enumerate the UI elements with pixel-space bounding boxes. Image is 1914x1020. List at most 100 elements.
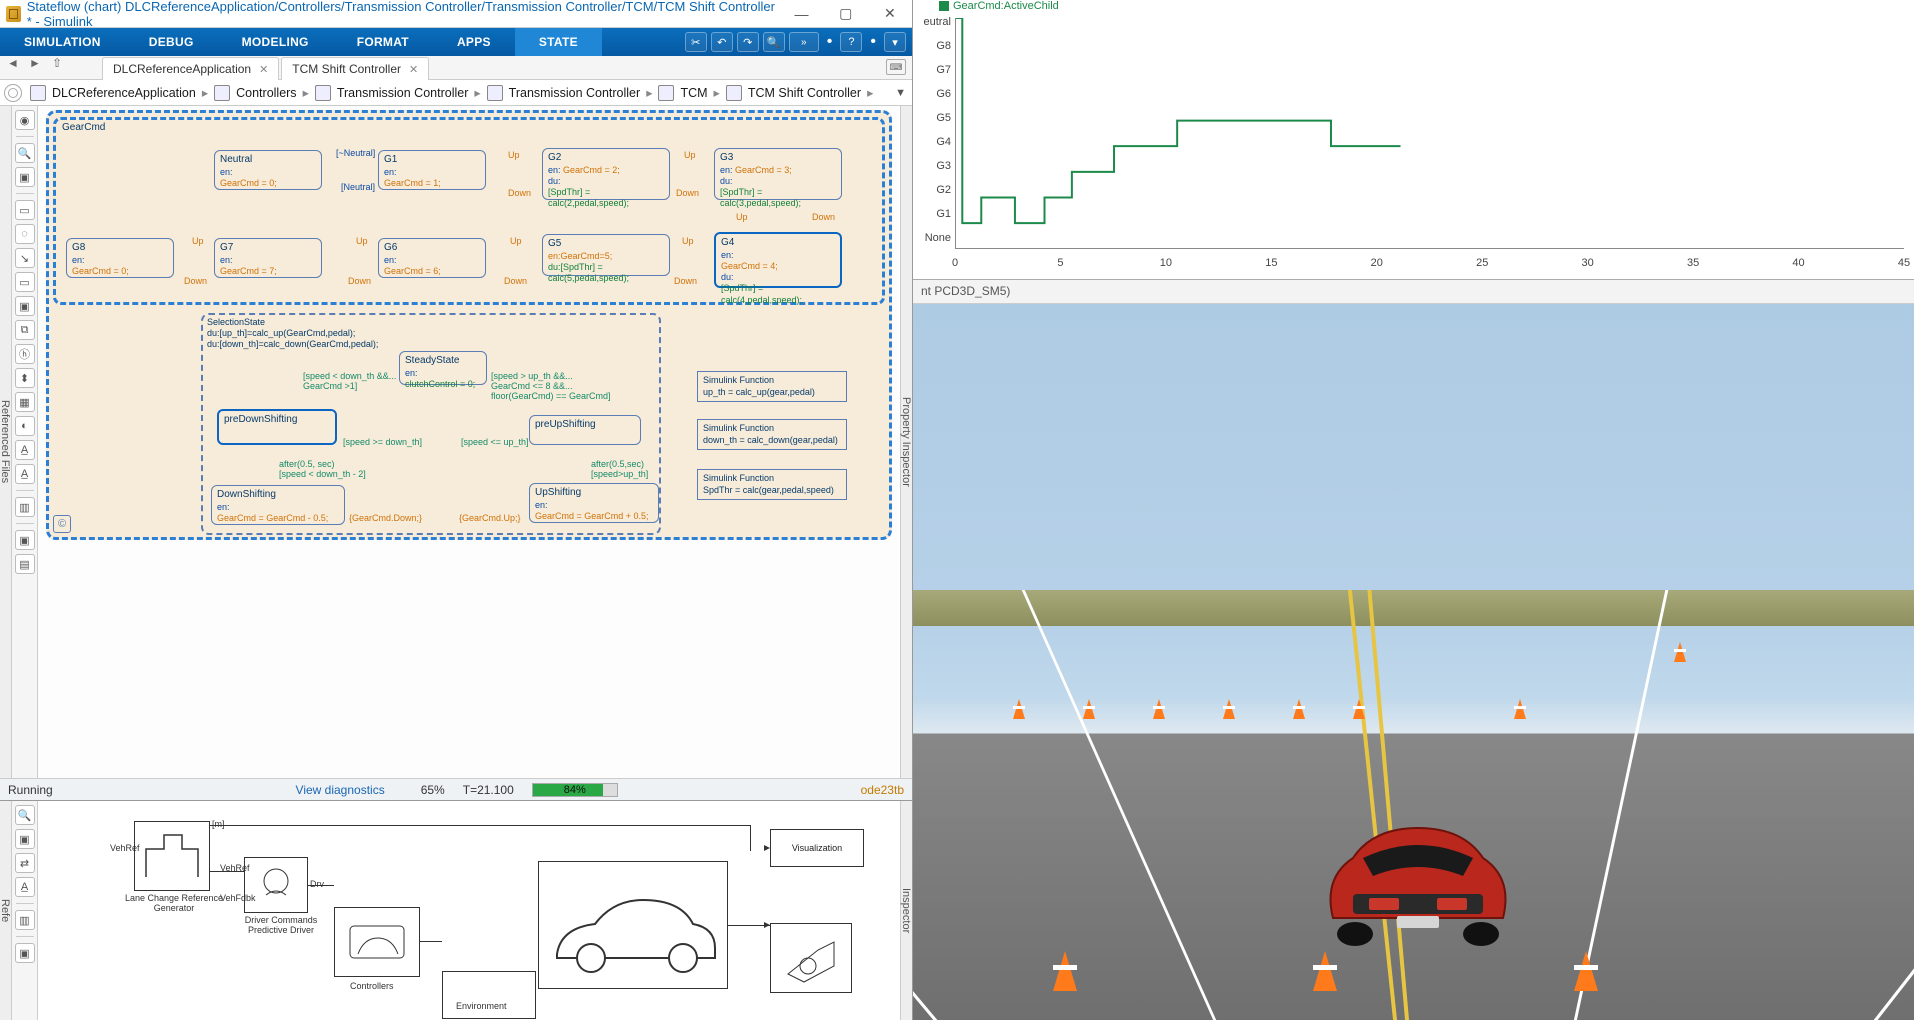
scope-plot[interactable]: GearCmd:ActiveChild eutral G8 G7 G6 G5 G… [913, 0, 1914, 280]
window-close-button[interactable]: ✕ [868, 0, 912, 28]
palette-image-icon[interactable]: ▥ [15, 910, 35, 930]
simfunc-calc-up[interactable]: Simulink Function up_th = calc_up(gear,p… [697, 371, 847, 402]
state-g2[interactable]: G2 en: GearCmd = 2; du: [SpdThr] = calc(… [542, 148, 670, 200]
window-minimize-button[interactable]: — [779, 0, 823, 28]
palette-annotation-icon[interactable]: A̲ [15, 440, 35, 460]
palette-auto-icon[interactable]: ⇄ [15, 853, 35, 873]
palette-junction-icon[interactable]: ◌ [15, 224, 35, 244]
palette-annotate-icon[interactable]: A̲ [15, 877, 35, 897]
breadcrumb-item[interactable]: DLCReferenceApplication [52, 86, 196, 100]
vehicle [1313, 808, 1523, 948]
inspector-panel-tab-lower[interactable]: Inspector [900, 801, 912, 1020]
referenced-files-panel-tab-lower[interactable]: Refe [0, 801, 12, 1020]
lane-marking [1874, 590, 1914, 1020]
palette-simfunc-icon[interactable]: ▣ [15, 296, 35, 316]
state-g4[interactable]: G4 en: GearCmd = 4; du: [SpdThr] = calc(… [714, 232, 842, 288]
block-lane-change-ref[interactable] [134, 821, 210, 891]
state-g1[interactable]: G1 en: GearCmd = 1; [378, 150, 486, 190]
palette-zoom-icon[interactable]: 🔍 [15, 143, 35, 163]
qa-redo-button[interactable]: ↷ [737, 32, 759, 52]
palette-zoom-icon[interactable]: 🔍 [15, 805, 35, 825]
palette-image-icon[interactable]: ▥ [15, 497, 35, 517]
qa-more-button[interactable]: » [789, 32, 819, 52]
simulink-canvas[interactable]: Lane Change Reference Generator [m] VehR… [38, 801, 900, 1020]
state-downshifting[interactable]: DownShifting en: GearCmd = GearCmd - 0.5… [211, 485, 345, 525]
nav-up-button[interactable]: ⇧ [46, 56, 68, 70]
ribbon-tab-simulation[interactable]: SIMULATION [0, 28, 125, 56]
superstate-selectionstate[interactable]: SelectionState du:[up_th]=calc_up(GearCm… [201, 313, 661, 535]
sim3d-viewport[interactable] [913, 304, 1914, 1020]
state-g8[interactable]: G8 en: GearCmd = 0; [66, 238, 174, 278]
stateflow-canvas[interactable]: GearCmd Neutral en: GearCmd = 0; G1 en: … [38, 106, 900, 778]
state-g3[interactable]: G3 en: GearCmd = 3; du: [SpdThr] = calc(… [714, 148, 842, 200]
block-scope[interactable] [770, 923, 852, 993]
nav-back-button[interactable]: ◄ [2, 56, 24, 70]
state-g5[interactable]: G5 en:GearCmd=5; du:[SpdThr] = calc(5,pe… [542, 234, 670, 276]
view-diagnostics-link[interactable]: View diagnostics [296, 783, 385, 797]
qa-cut-button[interactable]: ✂ [685, 32, 707, 52]
state-neutral[interactable]: Neutral en: GearCmd = 0; [214, 150, 322, 190]
palette-default-trans-icon[interactable]: ◐ [15, 416, 35, 436]
state-g7[interactable]: G7 en: GearCmd = 7; [214, 238, 322, 278]
palette-screenshot-icon[interactable]: ▤ [15, 554, 35, 574]
qa-search-button[interactable]: 🔍 [763, 32, 785, 52]
block-label: Lane Change Reference Generator [124, 893, 224, 913]
breadcrumb-item[interactable]: TCM Shift Controller [748, 86, 861, 100]
breadcrumb-item[interactable]: Transmission Controller [509, 86, 641, 100]
palette-fit-icon[interactable]: ▣ [15, 167, 35, 187]
property-inspector-panel-tab[interactable]: Property Inspector [900, 106, 912, 778]
simulink-palette: 🔍 ▣ ⇄ A̲ ▥ ▣ [12, 801, 38, 1020]
palette-matlabfunc-icon[interactable]: ▦ [15, 392, 35, 412]
block-vehicle[interactable] [538, 861, 728, 989]
close-tab-icon[interactable]: ✕ [259, 63, 268, 76]
nav-forward-button[interactable]: ► [24, 56, 46, 70]
simfunc-calc-down[interactable]: Simulink Function down_th = calc_down(ge… [697, 419, 847, 450]
state-predownshifting[interactable]: preDownShifting [217, 409, 337, 445]
palette-box-icon[interactable]: ▭ [15, 272, 35, 292]
keyboard-icon[interactable]: ⌨ [886, 59, 906, 75]
palette-fit-icon[interactable]: ▣ [15, 829, 35, 849]
palette-record-icon[interactable]: ▣ [15, 530, 35, 550]
breadcrumb-item[interactable]: Controllers [236, 86, 296, 100]
close-tab-icon[interactable]: ✕ [409, 63, 418, 76]
palette-annotation2-icon[interactable]: A̲ [15, 464, 35, 484]
block-environment[interactable] [442, 971, 536, 1019]
palette-state-icon[interactable]: ▭ [15, 200, 35, 220]
state-preupshifting[interactable]: preUpShifting [529, 415, 641, 445]
palette-transition-icon[interactable]: ↘ [15, 248, 35, 268]
ribbon-tab-state[interactable]: STATE [515, 28, 602, 56]
model-settings-icon[interactable] [4, 84, 22, 102]
state-g6[interactable]: G6 en: GearCmd = 6; [378, 238, 486, 278]
palette-explorer-icon[interactable]: ◉ [15, 110, 35, 130]
document-tab-dlcreferenceapplication[interactable]: DLCReferenceApplication ✕ [102, 57, 279, 80]
qa-help-button[interactable]: ? [840, 32, 862, 52]
state-upshifting[interactable]: UpShifting en: GearCmd = GearCmd + 0.5; [529, 483, 659, 523]
block-controllers[interactable] [334, 907, 420, 977]
transition-label: Up [684, 150, 696, 160]
referenced-files-panel-tab[interactable]: Referenced Files [0, 106, 12, 778]
breadcrumb-item[interactable]: Transmission Controller [337, 86, 469, 100]
document-tab-tcm-shift-controller[interactable]: TCM Shift Controller ✕ [281, 57, 429, 80]
y-tick-label: G8 [913, 40, 955, 52]
window-maximize-button[interactable]: ▢ [824, 0, 868, 28]
block-driver-commands[interactable] [244, 857, 308, 913]
ribbon-tab-apps[interactable]: APPS [433, 28, 515, 56]
traffic-cone [1223, 699, 1235, 719]
qa-undo-button[interactable]: ↶ [711, 32, 733, 52]
palette-graphfunc-icon[interactable]: ⬍ [15, 368, 35, 388]
simfunc-calc[interactable]: Simulink Function SpdThr = calc(gear,ped… [697, 469, 847, 500]
palette-truthtable-icon[interactable]: ⧉ [15, 320, 35, 340]
qa-dropdown-button[interactable]: ▾ [884, 32, 906, 52]
palette-history-icon[interactable]: ⓗ [15, 344, 35, 364]
x-tick-label: 45 [1898, 257, 1910, 269]
superstate-gearcmd[interactable]: GearCmd Neutral en: GearCmd = 0; G1 en: … [53, 117, 885, 305]
breadcrumb-dropdown-icon[interactable]: ▼ [895, 87, 906, 99]
block-visualization[interactable]: Visualization [770, 829, 864, 867]
breadcrumb-item[interactable]: TCM [680, 86, 707, 100]
state-steadystate[interactable]: SteadyState en: clutchControl = 0; [399, 351, 487, 385]
transition-label: Up [508, 150, 520, 160]
ribbon-tab-format[interactable]: FORMAT [333, 28, 433, 56]
palette-record-icon[interactable]: ▣ [15, 943, 35, 963]
ribbon-tab-modeling[interactable]: MODELING [218, 28, 333, 56]
ribbon-tab-debug[interactable]: DEBUG [125, 28, 218, 56]
